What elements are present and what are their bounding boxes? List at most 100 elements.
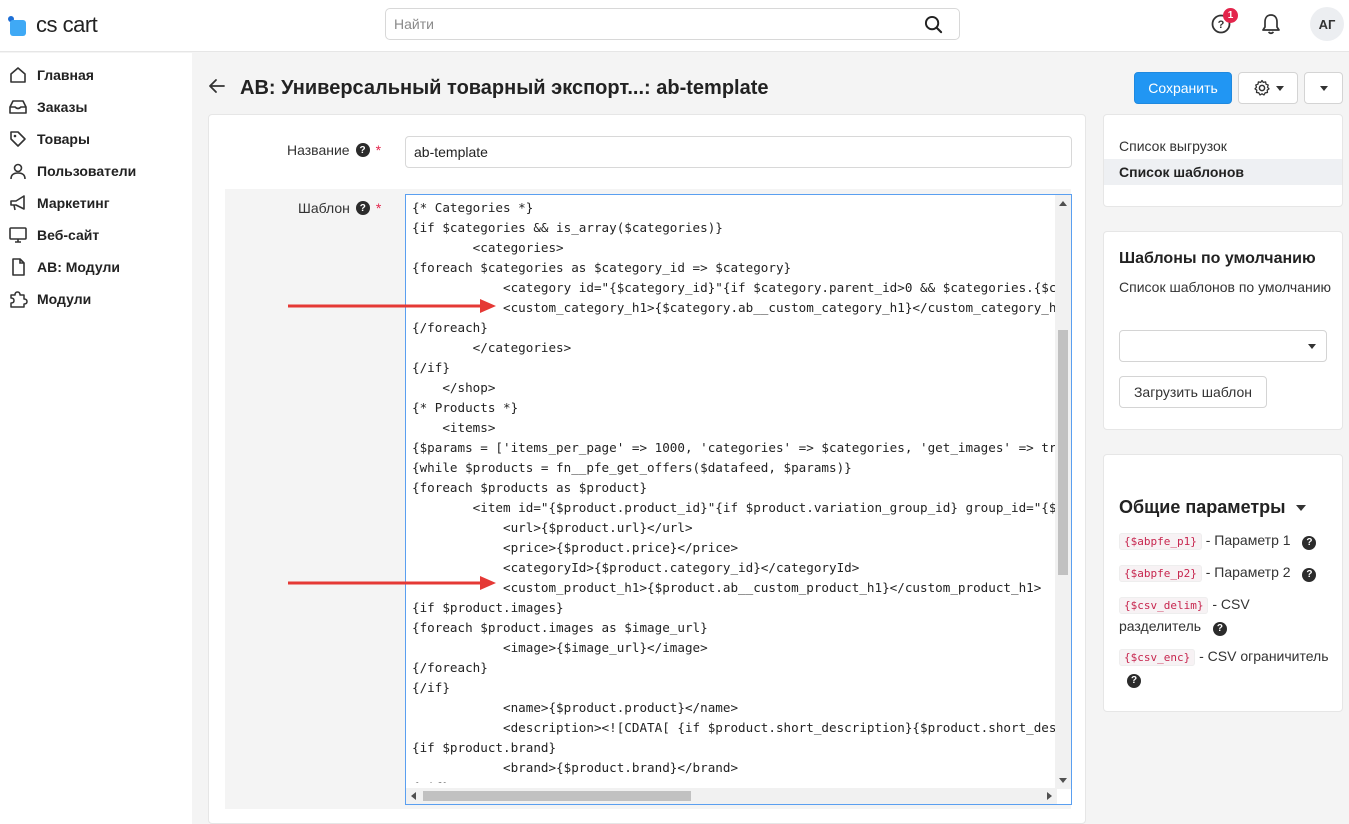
sidebar-item-label: Товары bbox=[37, 131, 90, 147]
help-icon[interactable]: ? bbox=[1302, 568, 1317, 582]
code-line[interactable]: {/if} bbox=[412, 778, 1056, 783]
code-line[interactable]: {if $categories && is_array($categories)… bbox=[412, 218, 1056, 238]
search-input[interactable] bbox=[386, 9, 906, 39]
param-item: {$csv_delim} - CSV разделитель ? bbox=[1104, 594, 1342, 636]
help-icon[interactable]: ? bbox=[1302, 536, 1317, 550]
sidebar: Главная Заказы Товары Пользователи Марке… bbox=[0, 53, 192, 824]
more-actions-button[interactable] bbox=[1304, 72, 1343, 104]
sidebar-item-label: Заказы bbox=[37, 99, 88, 115]
code-line[interactable]: {/if} bbox=[412, 358, 1056, 378]
template-form: Название ? * ab-template Шаблон ? * {* C… bbox=[208, 114, 1086, 824]
code-line[interactable]: {foreach $products as $product} bbox=[412, 478, 1056, 498]
help-icon[interactable]: ? bbox=[355, 201, 370, 215]
code-line[interactable]: <category id="{$category_id}"{if $catego… bbox=[412, 278, 1056, 298]
code-line[interactable]: {foreach $categories as $category_id => … bbox=[412, 258, 1056, 278]
required-mark: * bbox=[375, 200, 382, 216]
template-code-editor[interactable]: {* Categories *} {if $categories && is_ar… bbox=[405, 194, 1072, 805]
param-tag: {$csv_delim} bbox=[1119, 597, 1209, 614]
code-line[interactable]: <url>{$product.url}</url> bbox=[412, 518, 1056, 538]
sidebar-item-label: Модули bbox=[37, 291, 92, 307]
sidebar-item-orders[interactable]: Заказы bbox=[0, 91, 192, 123]
help-icon[interactable]: ? bbox=[1127, 674, 1141, 688]
logo[interactable]: cs cart bbox=[8, 10, 98, 40]
sidebar-item-label: Маркетинг bbox=[37, 195, 110, 211]
code-line[interactable]: {if $product.brand} bbox=[412, 738, 1056, 758]
sidebar-item-label: Главная bbox=[37, 67, 94, 83]
notifications-button[interactable] bbox=[1259, 12, 1283, 36]
code-text[interactable]: {* Categories *} {if $categories && is_ar… bbox=[412, 198, 1056, 783]
scroll-left-icon[interactable] bbox=[411, 792, 416, 800]
search-icon[interactable] bbox=[924, 15, 943, 39]
code-line[interactable]: <price>{$product.price}</price> bbox=[412, 538, 1056, 558]
code-line[interactable]: <categoryId>{$product.category_id}</cate… bbox=[412, 558, 1056, 578]
code-line[interactable]: <brand>{$product.brand}</brand> bbox=[412, 758, 1056, 778]
link-template-list[interactable]: Список шаблонов bbox=[1104, 159, 1342, 185]
param-item: {$csv_enc} - CSV ограничитель ? bbox=[1104, 646, 1342, 688]
sidebar-item-modules[interactable]: Модули bbox=[0, 283, 192, 315]
link-export-list[interactable]: Список выгрузок bbox=[1104, 133, 1342, 159]
default-templates-label: Список шаблонов по умолчанию bbox=[1119, 279, 1332, 295]
sidebar-item-label: AB: Модули bbox=[37, 259, 120, 275]
vertical-scrollbar[interactable] bbox=[1055, 195, 1071, 789]
help-icon[interactable]: ? bbox=[1212, 622, 1227, 636]
code-line[interactable]: {/foreach} bbox=[412, 658, 1056, 678]
back-arrow-icon[interactable] bbox=[208, 78, 226, 99]
avatar[interactable]: АГ bbox=[1310, 7, 1344, 41]
monitor-icon bbox=[9, 227, 27, 243]
horizontal-scrollbar[interactable] bbox=[406, 788, 1057, 804]
name-field[interactable]: ab-template bbox=[405, 136, 1072, 168]
template-label: Шаблон bbox=[298, 200, 350, 216]
code-line[interactable]: <image>{$image_url}</image> bbox=[412, 638, 1056, 658]
help-button[interactable]: ? 1 bbox=[1209, 8, 1238, 36]
code-line[interactable]: <name>{$product.product}</name> bbox=[412, 698, 1056, 718]
home-icon bbox=[10, 67, 26, 83]
sidebar-item-marketing[interactable]: Маркетинг bbox=[0, 187, 192, 219]
scroll-right-icon[interactable] bbox=[1047, 792, 1052, 800]
megaphone-icon bbox=[10, 195, 25, 211]
scroll-thumb[interactable] bbox=[423, 791, 691, 801]
code-line[interactable]: {while $products = fn__pfe_get_offers($d… bbox=[412, 458, 1056, 478]
code-line[interactable]: </shop> bbox=[412, 378, 1056, 398]
sidebar-item-label: Пользователи bbox=[37, 163, 137, 179]
common-params-panel: Общие параметры {$abpfe_p1} - Параметр 1… bbox=[1103, 454, 1343, 712]
tag-icon bbox=[10, 131, 26, 147]
sidebar-item-ab-modules[interactable]: AB: Модули bbox=[0, 251, 192, 283]
code-line[interactable]: {if $product.images} bbox=[412, 598, 1056, 618]
common-params-header[interactable]: Общие параметры bbox=[1104, 497, 1342, 518]
code-line[interactable]: <item id="{$product.product_id}"{if $pro… bbox=[412, 498, 1056, 518]
default-template-select[interactable] bbox=[1119, 330, 1327, 362]
name-label: Название bbox=[287, 142, 350, 158]
code-line[interactable]: {* Categories *} bbox=[412, 198, 1056, 218]
code-line[interactable]: {foreach $product.images as $image_url} bbox=[412, 618, 1056, 638]
code-line[interactable]: <description><![CDATA[ {if $product.shor… bbox=[412, 718, 1056, 738]
code-line[interactable]: {* Products *} bbox=[412, 398, 1056, 418]
sidebar-item-website[interactable]: Веб-сайт bbox=[0, 219, 192, 251]
code-line[interactable]: <items> bbox=[412, 418, 1056, 438]
bell-icon bbox=[1262, 14, 1280, 35]
load-template-button[interactable]: Загрузить шаблон bbox=[1119, 376, 1267, 408]
help-icon[interactable]: ? bbox=[355, 143, 370, 157]
param-item: {$abpfe_p1} - Параметр 1 ? bbox=[1104, 530, 1342, 552]
code-line[interactable]: </categories> bbox=[412, 338, 1056, 358]
param-text: - Параметр 2 bbox=[1201, 564, 1291, 580]
code-line[interactable]: {/foreach} bbox=[412, 318, 1056, 338]
code-line[interactable]: {/if} bbox=[412, 678, 1056, 698]
sidebar-item-users[interactable]: Пользователи bbox=[0, 155, 192, 187]
code-line[interactable]: <custom_category_h1>{$category.ab__custo… bbox=[412, 298, 1056, 318]
param-tag: {$csv_enc} bbox=[1119, 649, 1196, 666]
code-line[interactable]: <categories> bbox=[412, 238, 1056, 258]
code-line[interactable]: {$params = ['items_per_page' => 1000, 'c… bbox=[412, 438, 1056, 458]
scroll-down-icon[interactable] bbox=[1059, 778, 1067, 783]
param-tag: {$abpfe_p1} bbox=[1119, 533, 1202, 550]
scroll-thumb[interactable] bbox=[1058, 330, 1068, 575]
common-params-title: Общие параметры bbox=[1119, 497, 1286, 517]
sidebar-item-products[interactable]: Товары bbox=[0, 123, 192, 155]
chevron-down-icon bbox=[1308, 344, 1316, 349]
settings-dropdown-button[interactable] bbox=[1238, 72, 1298, 104]
search-box bbox=[385, 8, 960, 40]
scroll-up-icon[interactable] bbox=[1059, 201, 1067, 206]
save-button[interactable]: Сохранить bbox=[1134, 72, 1232, 104]
code-line[interactable]: <custom_product_h1>{$product.ab__custom_… bbox=[412, 578, 1056, 598]
sidebar-item-home[interactable]: Главная bbox=[0, 59, 192, 91]
default-templates-panel: Шаблоны по умолчанию Список шаблонов по … bbox=[1103, 231, 1343, 430]
